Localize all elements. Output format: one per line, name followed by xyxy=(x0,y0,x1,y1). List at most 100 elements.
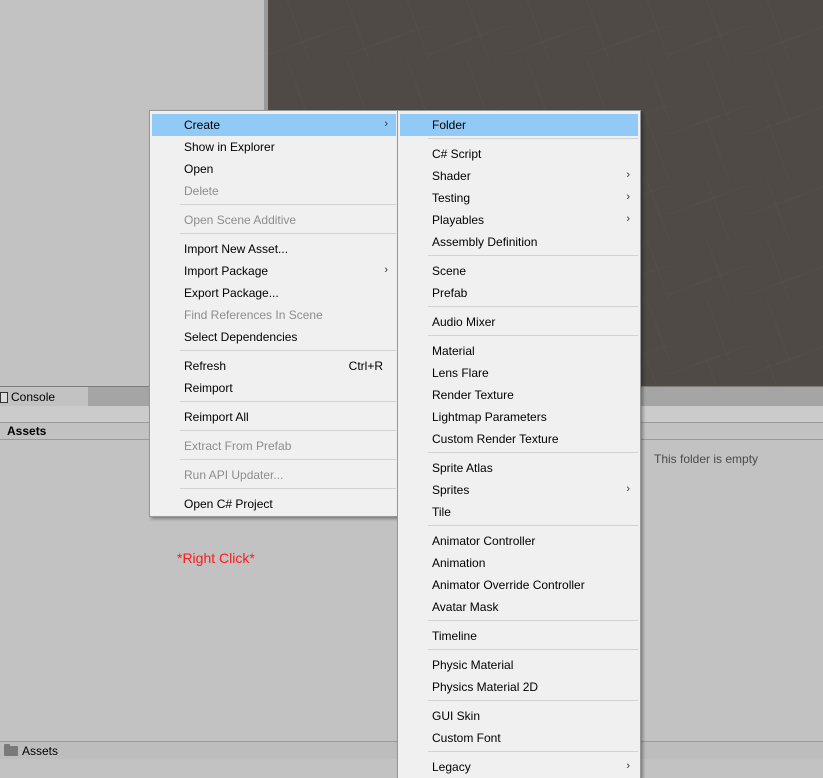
menu-separator xyxy=(180,459,396,460)
menu-item-open-scene-additive: Open Scene Additive xyxy=(152,209,396,231)
submenu-item-animator-controller[interactable]: Animator Controller xyxy=(400,530,638,552)
menu-item-label: Show in Explorer xyxy=(184,140,275,154)
menu-item-refresh[interactable]: Refresh Ctrl+R xyxy=(152,355,396,377)
menu-item-import-package[interactable]: Import Package › xyxy=(152,260,396,282)
submenu-item-testing[interactable]: Testing › xyxy=(400,187,638,209)
menu-item-label: Reimport All xyxy=(184,410,249,424)
menu-separator xyxy=(428,452,638,453)
submenu-item-gui-skin[interactable]: GUI Skin xyxy=(400,705,638,727)
menu-item-label: Delete xyxy=(184,184,219,198)
menu-separator xyxy=(180,488,396,489)
submenu-item-assembly-definition[interactable]: Assembly Definition xyxy=(400,231,638,253)
menu-item-create[interactable]: Create › xyxy=(152,114,396,136)
menu-item-label: Physics Material 2D xyxy=(432,680,539,694)
menu-item-label: Legacy xyxy=(432,760,471,774)
menu-separator xyxy=(428,255,638,256)
submenu-item-legacy[interactable]: Legacy › xyxy=(400,756,638,778)
menu-item-label: Lens Flare xyxy=(432,366,489,380)
menu-item-label: Refresh xyxy=(184,359,227,373)
menu-item-label: Animator Override Controller xyxy=(432,578,585,592)
context-menu: Create › Show in Explorer Open Delete Op… xyxy=(149,110,399,517)
submenu-item-custom-font[interactable]: Custom Font xyxy=(400,727,638,749)
menu-separator xyxy=(428,525,638,526)
submenu-item-audio-mixer[interactable]: Audio Mixer xyxy=(400,311,638,333)
submenu-item-lens-flare[interactable]: Lens Flare xyxy=(400,362,638,384)
menu-item-open-csharp-project[interactable]: Open C# Project xyxy=(152,493,396,515)
menu-item-label: Timeline xyxy=(432,629,477,643)
menu-item-reimport[interactable]: Reimport xyxy=(152,377,396,399)
menu-item-label: Playables xyxy=(432,213,485,227)
console-tab[interactable]: Console xyxy=(0,387,88,407)
menu-item-label: C# Script xyxy=(432,147,482,161)
submenu-arrow-icon: › xyxy=(626,169,630,181)
submenu-item-lightmap-parameters[interactable]: Lightmap Parameters xyxy=(400,406,638,428)
submenu-item-animation[interactable]: Animation xyxy=(400,552,638,574)
menu-item-show-in-explorer[interactable]: Show in Explorer xyxy=(152,136,396,158)
menu-separator xyxy=(180,401,396,402)
menu-separator xyxy=(180,204,396,205)
menu-item-label: Export Package... xyxy=(184,286,279,300)
shortcut-label: Ctrl+R xyxy=(348,359,383,373)
menu-item-label: Find References In Scene xyxy=(184,308,323,322)
submenu-item-render-texture[interactable]: Render Texture xyxy=(400,384,638,406)
submenu-item-physics-material-2d[interactable]: Physics Material 2D xyxy=(400,676,638,698)
submenu-item-animator-override-controller[interactable]: Animator Override Controller xyxy=(400,574,638,596)
menu-item-find-references: Find References In Scene xyxy=(152,304,396,326)
menu-separator xyxy=(428,649,638,650)
menu-item-label: Lightmap Parameters xyxy=(432,410,547,424)
submenu-arrow-icon: › xyxy=(626,213,630,225)
menu-item-label: Import Package xyxy=(184,264,269,278)
menu-item-export-package[interactable]: Export Package... xyxy=(152,282,396,304)
submenu-arrow-icon: › xyxy=(626,191,630,203)
menu-item-label: Open C# Project xyxy=(184,497,273,511)
menu-item-label: Open xyxy=(184,162,214,176)
submenu-item-prefab[interactable]: Prefab xyxy=(400,282,638,304)
menu-item-label: Extract From Prefab xyxy=(184,439,292,453)
menu-item-label: Physic Material xyxy=(432,658,514,672)
submenu-item-custom-render-texture[interactable]: Custom Render Texture xyxy=(400,428,638,450)
menu-item-extract-from-prefab: Extract From Prefab xyxy=(152,435,396,457)
menu-separator xyxy=(428,620,638,621)
menu-item-label: Create xyxy=(184,118,221,132)
menu-item-label: Testing xyxy=(432,191,471,205)
menu-item-label: Animation xyxy=(432,556,486,570)
submenu-arrow-icon: › xyxy=(384,264,388,276)
breadcrumb-assets[interactable]: Assets xyxy=(22,744,58,758)
menu-item-delete: Delete xyxy=(152,180,396,202)
menu-separator xyxy=(428,306,638,307)
console-tab-label: Console xyxy=(11,390,56,404)
submenu-item-physic-material[interactable]: Physic Material xyxy=(400,654,638,676)
submenu-item-material[interactable]: Material xyxy=(400,340,638,362)
submenu-item-avatar-mask[interactable]: Avatar Mask xyxy=(400,596,638,618)
menu-item-open[interactable]: Open xyxy=(152,158,396,180)
menu-item-label: Folder xyxy=(432,118,467,132)
submenu-item-playables[interactable]: Playables › xyxy=(400,209,638,231)
menu-item-label: Audio Mixer xyxy=(432,315,496,329)
menu-item-select-dependencies[interactable]: Select Dependencies xyxy=(152,326,396,348)
submenu-item-folder[interactable]: Folder xyxy=(400,114,638,136)
menu-item-label: Custom Render Texture xyxy=(432,432,559,446)
menu-item-label: Sprite Atlas xyxy=(432,461,493,475)
menu-item-label: Scene xyxy=(432,264,467,278)
menu-separator xyxy=(428,335,638,336)
menu-item-label: Prefab xyxy=(432,286,468,300)
menu-item-label: Tile xyxy=(432,505,451,519)
menu-item-label: Render Texture xyxy=(432,388,514,402)
submenu-item-csharp-script[interactable]: C# Script xyxy=(400,143,638,165)
menu-separator xyxy=(180,430,396,431)
submenu-item-timeline[interactable]: Timeline xyxy=(400,625,638,647)
menu-item-label: Sprites xyxy=(432,483,470,497)
submenu-item-sprite-atlas[interactable]: Sprite Atlas xyxy=(400,457,638,479)
menu-item-import-new-asset[interactable]: Import New Asset... xyxy=(152,238,396,260)
submenu-item-sprites[interactable]: Sprites › xyxy=(400,479,638,501)
assets-header-label: Assets xyxy=(7,424,47,438)
menu-item-label: Assembly Definition xyxy=(432,235,538,249)
submenu-item-scene[interactable]: Scene xyxy=(400,260,638,282)
submenu-item-shader[interactable]: Shader › xyxy=(400,165,638,187)
menu-item-label: Open Scene Additive xyxy=(184,213,297,227)
submenu-arrow-icon: › xyxy=(626,483,630,495)
menu-item-reimport-all[interactable]: Reimport All xyxy=(152,406,396,428)
submenu-item-tile[interactable]: Tile xyxy=(400,501,638,523)
menu-separator xyxy=(180,233,396,234)
console-icon xyxy=(0,391,8,403)
